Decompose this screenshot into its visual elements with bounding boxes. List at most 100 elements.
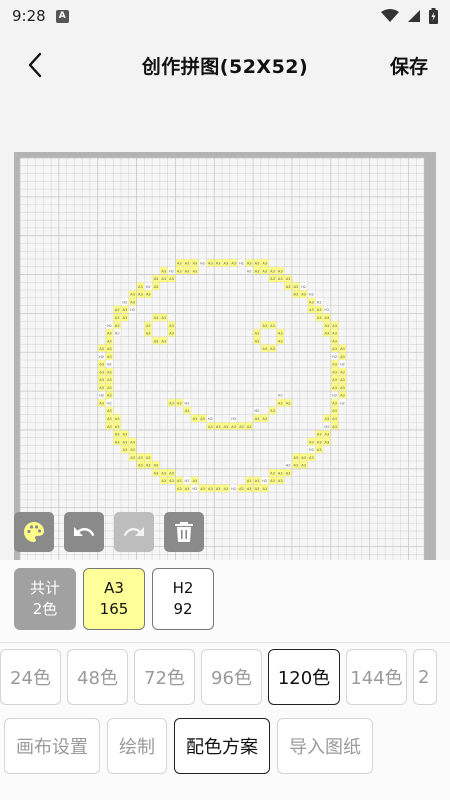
accessibility-icon: A: [55, 9, 69, 23]
menu-import-pattern[interactable]: 导入图纸: [277, 718, 373, 774]
page-title: 创作拼图(52X52): [141, 55, 309, 78]
save-button[interactable]: 保存: [390, 52, 428, 79]
bead-code-label: A3: [216, 487, 221, 491]
total-label: 共计: [29, 579, 60, 597]
trash-icon: [175, 522, 193, 542]
bead-code-label: A3: [169, 471, 174, 475]
bead-code-label: A3: [208, 425, 213, 429]
bead-code-label: A3: [208, 262, 213, 266]
bead-code-label: A3: [169, 324, 174, 328]
bead-code-label: H2: [254, 409, 259, 413]
color-count-96[interactable]: 96色: [201, 649, 262, 705]
bead-code-label: A3: [99, 378, 104, 382]
back-arrow-icon: [28, 52, 42, 78]
bead-code-label: H2: [192, 487, 197, 491]
color-count-72[interactable]: 72色: [134, 649, 195, 705]
back-button[interactable]: [18, 48, 52, 82]
bead-code-label: A3: [107, 332, 112, 336]
bead-code-label: A3: [247, 487, 252, 491]
bead-code-label: A3: [169, 479, 174, 483]
status-time: 9:28: [12, 7, 46, 25]
color-count-24[interactable]: 24色: [0, 649, 61, 705]
bead-code-label: A3: [286, 471, 291, 475]
bead-code-label: H2: [231, 417, 236, 421]
bead-code-label: A3: [332, 324, 337, 328]
bead-code-label: H2: [332, 394, 337, 398]
bottom-menu: 画布设置 绘制 配色方案 导入图纸: [4, 718, 373, 774]
menu-canvas-settings[interactable]: 画布设置: [4, 718, 100, 774]
bead-code-label: A3: [340, 355, 345, 359]
bead-code-label: A3: [154, 471, 159, 475]
bead-code-label: A3: [262, 324, 267, 328]
bead-code-label: A3: [262, 487, 267, 491]
bead-code-label: A3: [185, 487, 190, 491]
bead-code-label: A3: [262, 347, 267, 351]
swatch-a3[interactable]: A3 165: [83, 568, 145, 630]
bead-code-label: A3: [138, 464, 143, 468]
bead-code-label: A3: [216, 262, 221, 266]
bead-code-label: A3: [123, 440, 128, 444]
undo-button[interactable]: [64, 512, 104, 552]
bead-code-label: A3: [192, 479, 197, 483]
bead-code-label: A3: [200, 487, 205, 491]
battery-icon: [429, 8, 438, 24]
bead-code-label: A3: [270, 471, 275, 475]
palette-button[interactable]: [14, 512, 54, 552]
bead-code-label: A3: [185, 262, 190, 266]
bead-code-label: A3: [130, 300, 135, 304]
bead-code-label: H2: [332, 355, 337, 359]
bead-code-label: A3: [270, 269, 275, 273]
bead-code-label: A3: [169, 332, 174, 336]
bead-code-label: A3: [293, 456, 298, 460]
bead-code-label: A3: [270, 347, 275, 351]
bead-code-label: H2: [278, 394, 283, 398]
bead-code-label: A3: [161, 339, 166, 343]
bead-code-label: A3: [130, 440, 135, 444]
bead-code-label: A3: [99, 386, 104, 390]
bead-code-label: A3: [192, 417, 197, 421]
bead-code-label: H2: [122, 300, 127, 304]
color-count-more[interactable]: 2: [413, 649, 437, 705]
bead-code-label: A3: [309, 308, 314, 312]
redo-button[interactable]: [114, 512, 154, 552]
bead-code-label: H2: [324, 308, 329, 312]
color-total-badge: 共计 2色: [14, 568, 76, 630]
puzzle-canvas[interactable]: H2 H2 H2 H2 H2 H2 H2 H2 H2 H2 H2 H2 H2 H2 H2 H2 H2 H2 H2 H2…: [14, 152, 436, 562]
bead-code-label: A3: [161, 316, 166, 320]
bead-code-label: A3: [262, 269, 267, 273]
color-count-144[interactable]: 144色: [346, 649, 407, 705]
bead-code-label: A3: [262, 262, 267, 266]
bead-code-label: A3: [99, 401, 104, 405]
menu-draw[interactable]: 绘制: [107, 718, 167, 774]
bead-code-label: A3: [224, 425, 229, 429]
bead-code-label: A3: [146, 324, 151, 328]
bead-grid[interactable]: H2 H2H2 H2H2 H2H2H2 H2H2 H2H2H2H2 H2H2 H2H2 H2H2…: [14, 152, 436, 562]
bottom-panel: 共计 2色 A3 165 H2 92 24色 48色 72色 96色 120色 …: [0, 560, 450, 800]
left-ruler: [14, 152, 20, 562]
bead-code-label: A3: [146, 464, 151, 468]
bead-code-label: H2: [185, 401, 190, 405]
color-count-48[interactable]: 48色: [67, 649, 128, 705]
bead-code-label: H2: [286, 464, 291, 468]
bead-code-label: H2: [99, 394, 104, 398]
bead-code-label: A3: [99, 347, 104, 351]
bead-code-label: A3: [130, 448, 135, 452]
bead-code-label: A3: [317, 440, 322, 444]
color-count-120[interactable]: 120色: [268, 649, 340, 705]
clear-button[interactable]: [164, 512, 204, 552]
bead-code-label: A3: [332, 370, 337, 374]
bead-code-label: A3: [200, 417, 205, 421]
bead-code-label: A3: [107, 370, 112, 374]
menu-color-scheme[interactable]: 配色方案: [174, 718, 270, 774]
bead-code-label: A3: [278, 332, 283, 336]
bead-code-label: A3: [317, 448, 322, 452]
bead-code-label: A3: [107, 409, 112, 413]
bead-code-label: A3: [278, 277, 283, 281]
bead-code-label: A3: [130, 293, 135, 297]
divider: [0, 642, 450, 643]
bead-code-label: A3: [123, 308, 128, 312]
bead-code-label: A3: [340, 347, 345, 351]
bead-code-label: A3: [130, 456, 135, 460]
bead-code-label: A3: [255, 262, 260, 266]
swatch-h2[interactable]: H2 92: [152, 568, 214, 630]
